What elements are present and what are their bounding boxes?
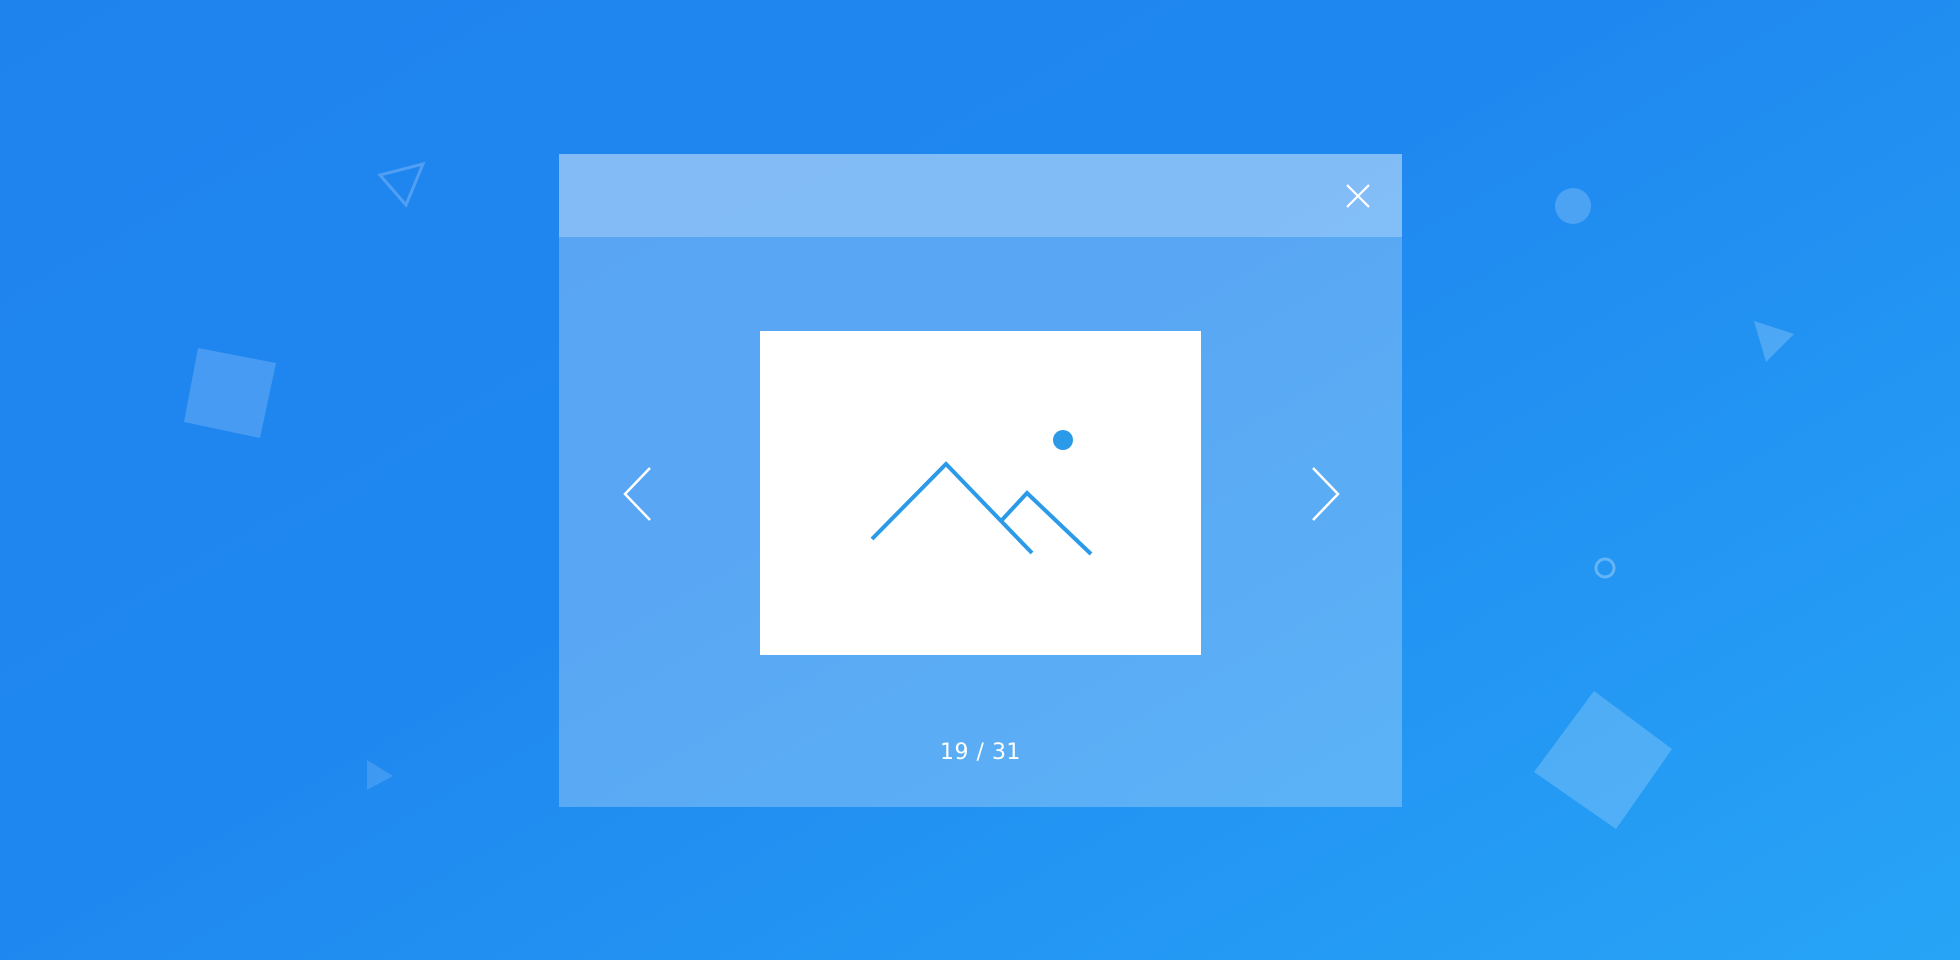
square-shape [184, 348, 276, 438]
close-button[interactable] [1342, 180, 1374, 212]
previous-image-button[interactable] [618, 464, 658, 524]
lightbox-header [559, 154, 1402, 237]
image-preview [760, 331, 1201, 655]
next-image-button[interactable] [1305, 464, 1345, 524]
lightbox-modal: 19 / 31 [559, 154, 1402, 807]
page-background: 19 / 31 [0, 0, 1960, 960]
chevron-right-icon [1312, 467, 1340, 521]
image-placeholder-icon [870, 430, 1093, 556]
square-shape [1534, 691, 1672, 829]
triangle-shape [367, 760, 393, 790]
triangle-outline-shape [377, 161, 426, 208]
circle-outline-shape [1594, 557, 1616, 579]
circle-shape [1555, 188, 1591, 224]
triangle-shape [1754, 321, 1794, 362]
image-counter: 19 / 31 [940, 740, 1021, 765]
close-icon [1346, 184, 1370, 208]
chevron-left-icon [623, 467, 651, 521]
